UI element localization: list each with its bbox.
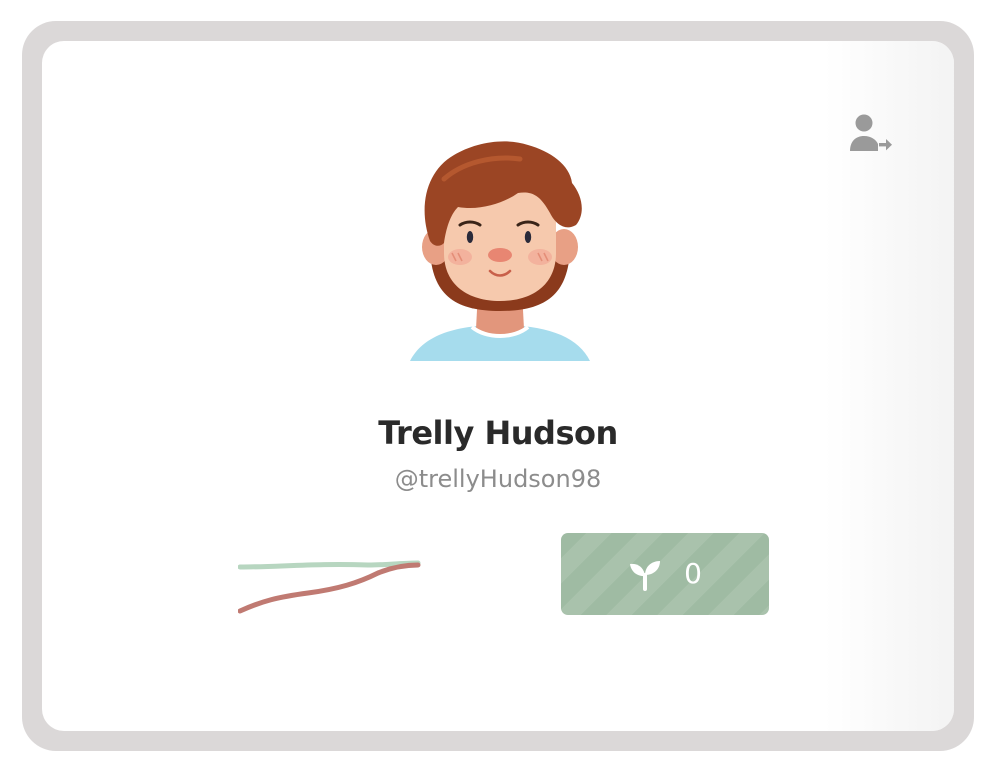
sprout-button[interactable]: 0 xyxy=(561,533,769,615)
user-logout-icon xyxy=(844,111,896,159)
card-frame: Trelly Hudson @trellyHudson98 0 xyxy=(22,21,974,751)
logout-button[interactable] xyxy=(844,111,896,159)
avatar xyxy=(400,125,600,361)
sprout-icon xyxy=(628,557,662,591)
profile-handle: @trellyHudson98 xyxy=(394,465,602,493)
sparkline-red-line xyxy=(238,562,421,614)
profile-name: Trelly Hudson xyxy=(378,414,618,452)
activity-sparkline xyxy=(238,553,428,619)
sprout-count: 0 xyxy=(684,557,702,590)
profile-card: Trelly Hudson @trellyHudson98 0 xyxy=(42,41,954,731)
